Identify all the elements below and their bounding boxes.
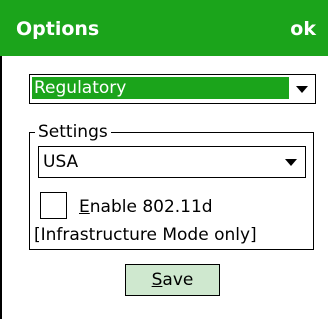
settings-group-label: Settings	[35, 121, 111, 143]
chevron-down-icon	[285, 159, 297, 166]
enable-80211d-checkbox[interactable]	[40, 192, 67, 219]
country-dropdown-value: USA	[43, 152, 79, 172]
enable-80211d-label[interactable]: Enable 802.11d	[79, 197, 213, 217]
chevron-down-icon	[296, 86, 308, 93]
ok-button[interactable]: ok	[290, 18, 316, 40]
title-bar: Options ok	[0, 0, 328, 56]
page-title: Options	[16, 18, 100, 40]
mode-dropdown-value: Regulatory	[32, 77, 289, 99]
window-edge	[0, 56, 2, 319]
country-dropdown[interactable]: USA	[38, 146, 306, 178]
save-button[interactable]: Save	[125, 264, 220, 296]
mode-dropdown[interactable]: Regulatory	[29, 74, 316, 104]
infrastructure-mode-note: [Infrastructure Mode only]	[34, 225, 257, 245]
